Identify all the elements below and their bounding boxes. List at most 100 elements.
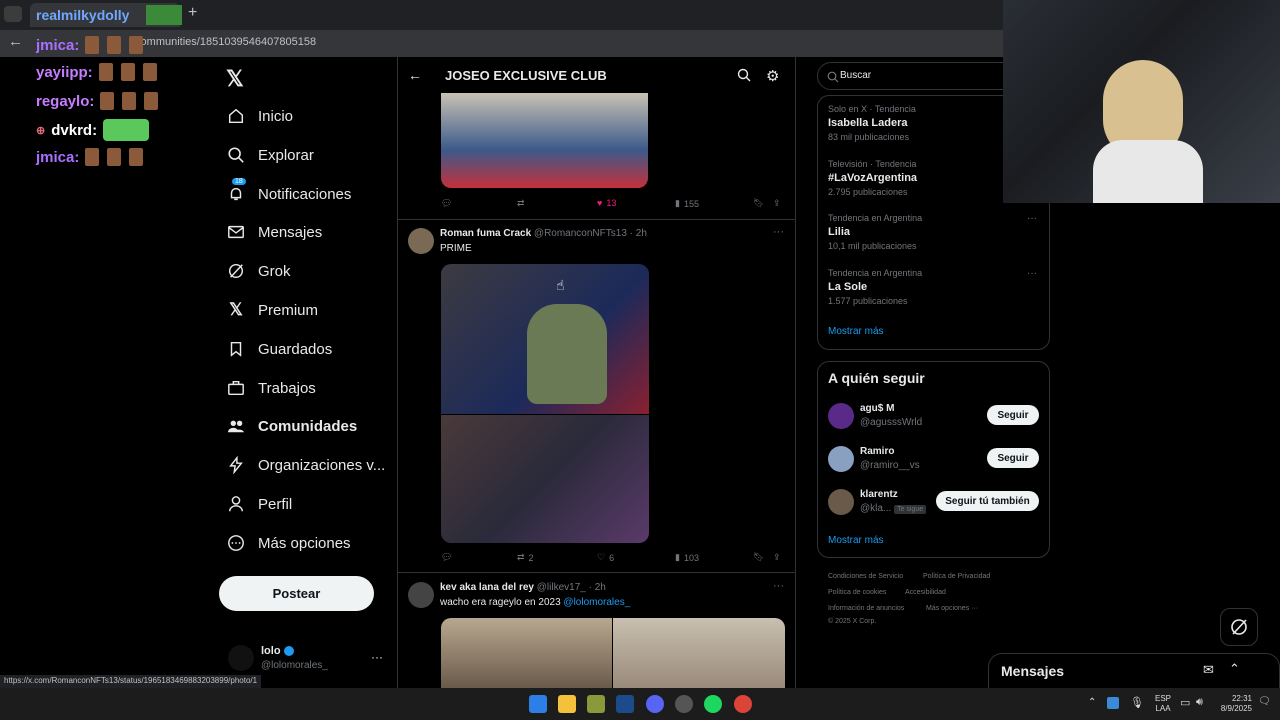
tweet-image[interactable] xyxy=(441,618,612,688)
nav-jobs[interactable]: Trabajos xyxy=(226,373,316,403)
share-button[interactable]: ⇪ xyxy=(773,552,781,563)
avatar[interactable] xyxy=(828,446,854,472)
tweet-image[interactable] xyxy=(441,264,649,543)
trend-name[interactable]: La Sole xyxy=(828,281,867,293)
network-icon[interactable]: ▭ xyxy=(1180,696,1190,709)
mention-link[interactable]: @lolomorales_ xyxy=(563,597,630,608)
search-icon[interactable] xyxy=(737,68,751,82)
trend-name[interactable]: #LaVozArgentina xyxy=(828,172,917,184)
post-button[interactable]: Postear xyxy=(219,576,374,611)
user-name[interactable]: agu$ M xyxy=(860,403,894,414)
x-logo-icon[interactable]: 𝕏 xyxy=(226,66,244,92)
settings-gear-icon[interactable]: ⚙ xyxy=(766,67,779,85)
microphone-icon[interactable]: 🎙︎ xyxy=(1130,696,1144,709)
bookmark-button[interactable]: 🔖︎ xyxy=(753,552,764,563)
nav-bookmarks[interactable]: Guardados xyxy=(226,334,332,364)
footer-link[interactable]: Accesibilidad xyxy=(905,589,946,596)
nav-home[interactable]: Inicio xyxy=(226,101,293,131)
avatar[interactable] xyxy=(408,582,434,608)
follow-button[interactable]: Seguir xyxy=(987,448,1039,468)
app-icon[interactable] xyxy=(587,695,605,713)
account-more-icon[interactable]: ··· xyxy=(371,650,383,664)
retweet-icon: ⇄ xyxy=(517,552,525,562)
trend-more-icon[interactable]: ··· xyxy=(1027,213,1037,224)
grok-float-button[interactable] xyxy=(1220,608,1258,646)
back-arrow-icon[interactable]: ← xyxy=(408,67,422,83)
nav-messages[interactable]: Mensajes xyxy=(226,217,322,247)
like-count: 6 xyxy=(609,552,615,563)
follow-button[interactable]: Seguir xyxy=(987,405,1039,425)
url-text[interactable]: /communities/1851039546407805158 xyxy=(132,36,316,48)
tab-list-button[interactable] xyxy=(4,6,22,22)
bookmark-button[interactable]: 🔖︎ xyxy=(753,198,764,209)
share-button[interactable]: ⇪ xyxy=(773,198,781,209)
reply-button[interactable]: 💬︎ xyxy=(441,552,452,563)
obs-icon[interactable] xyxy=(675,695,693,713)
account-name[interactable]: lolo xyxy=(261,645,294,657)
tweet-header: kev aka lana del rey @lilkev17_ · 2h xyxy=(440,582,606,593)
nav-profile[interactable]: Perfil xyxy=(226,489,292,519)
start-icon[interactable] xyxy=(529,695,547,713)
nav-explore[interactable]: Explorar xyxy=(226,140,314,170)
footer-link[interactable]: Política de Privacidad xyxy=(923,573,990,580)
show-more-trends[interactable]: Mostrar más xyxy=(828,326,884,337)
back-icon[interactable]: ← xyxy=(8,33,23,50)
emote-icon xyxy=(103,119,150,141)
user-name[interactable]: Ramiro xyxy=(860,446,894,457)
notification-center-icon[interactable]: 🗨︎ xyxy=(1258,696,1271,707)
avatar[interactable] xyxy=(828,489,854,515)
chrome-icon[interactable] xyxy=(734,695,752,713)
file-explorer-icon[interactable] xyxy=(558,695,576,713)
messages-drawer[interactable]: Mensajes ✉ ⌃ xyxy=(988,653,1280,688)
tweet-more-icon[interactable]: ··· xyxy=(773,226,784,238)
clock-time: 22:31 xyxy=(1231,694,1252,703)
retweet-button[interactable]: ⇄ 2 xyxy=(517,552,534,563)
tray-chevron-icon[interactable]: ⌃ xyxy=(1088,697,1096,708)
nav-premium[interactable]: 𝕏 Premium xyxy=(226,295,318,325)
spotify-icon[interactable] xyxy=(704,695,722,713)
trend-name[interactable]: Lilia xyxy=(828,226,850,238)
like-button[interactable]: ♡ 6 xyxy=(597,552,614,563)
tray-icon[interactable] xyxy=(1107,697,1119,709)
search-box[interactable]: Buscar xyxy=(817,62,1017,90)
nav-organizations[interactable]: Organizaciones v... xyxy=(226,450,385,480)
trend-name[interactable]: Isabella Ladera xyxy=(828,117,908,129)
follow-back-button[interactable]: Seguir tú también xyxy=(936,491,1039,511)
search-input[interactable]: Buscar xyxy=(840,70,871,81)
clock[interactable]: 22:31 8/9/2025 xyxy=(1218,694,1252,714)
language-indicator[interactable]: ESP LAA xyxy=(1155,694,1171,714)
discord-icon[interactable] xyxy=(646,695,664,713)
retweet-button[interactable]: ⇄ xyxy=(517,198,525,209)
volume-icon[interactable]: 🔊︎ xyxy=(1196,696,1203,709)
author-name[interactable]: kev aka lana del rey xyxy=(440,582,534,593)
nav-communities[interactable]: Comunidades xyxy=(226,411,357,441)
avatar[interactable] xyxy=(828,403,854,429)
footer-link[interactable]: Condiciones de Servicio xyxy=(828,573,903,580)
reply-button[interactable]: 💬︎ xyxy=(441,198,452,209)
views-button[interactable]: ▮ 103 xyxy=(675,552,699,563)
nav-more[interactable]: Más opciones xyxy=(226,528,351,558)
trend-more-icon[interactable]: ··· xyxy=(1027,268,1037,279)
user-name[interactable]: klarentz xyxy=(860,489,898,500)
like-count: 13 xyxy=(606,198,617,208)
expand-icon[interactable]: ⌃ xyxy=(1229,661,1240,677)
views-button[interactable]: ▮ 155 xyxy=(675,198,699,209)
avatar[interactable] xyxy=(408,228,434,254)
show-more-follow[interactable]: Mostrar más xyxy=(828,535,884,546)
steam-icon[interactable] xyxy=(616,695,634,713)
tweet-more-icon[interactable]: ··· xyxy=(773,580,784,592)
nav-notifications[interactable]: 18 Notificaciones xyxy=(226,178,351,209)
new-message-icon[interactable]: ✉ xyxy=(1203,662,1214,678)
tweet-image[interactable] xyxy=(441,93,648,188)
nav-label: Guardados xyxy=(258,340,333,358)
footer-link[interactable]: Política de cookies xyxy=(828,589,886,596)
account-avatar[interactable] xyxy=(228,645,254,671)
footer-link[interactable]: Más opciones ··· xyxy=(926,605,978,612)
nav-grok[interactable]: Grok xyxy=(226,256,291,286)
tweet-image[interactable] xyxy=(613,618,785,688)
active-tab[interactable]: realmilkydolly xyxy=(30,3,182,27)
author-name[interactable]: Roman fuma Crack xyxy=(440,228,531,239)
like-button[interactable]: ♥ 13 xyxy=(597,198,616,208)
footer-link[interactable]: Información de anuncios xyxy=(828,605,904,612)
new-tab-button[interactable]: + xyxy=(188,4,197,22)
